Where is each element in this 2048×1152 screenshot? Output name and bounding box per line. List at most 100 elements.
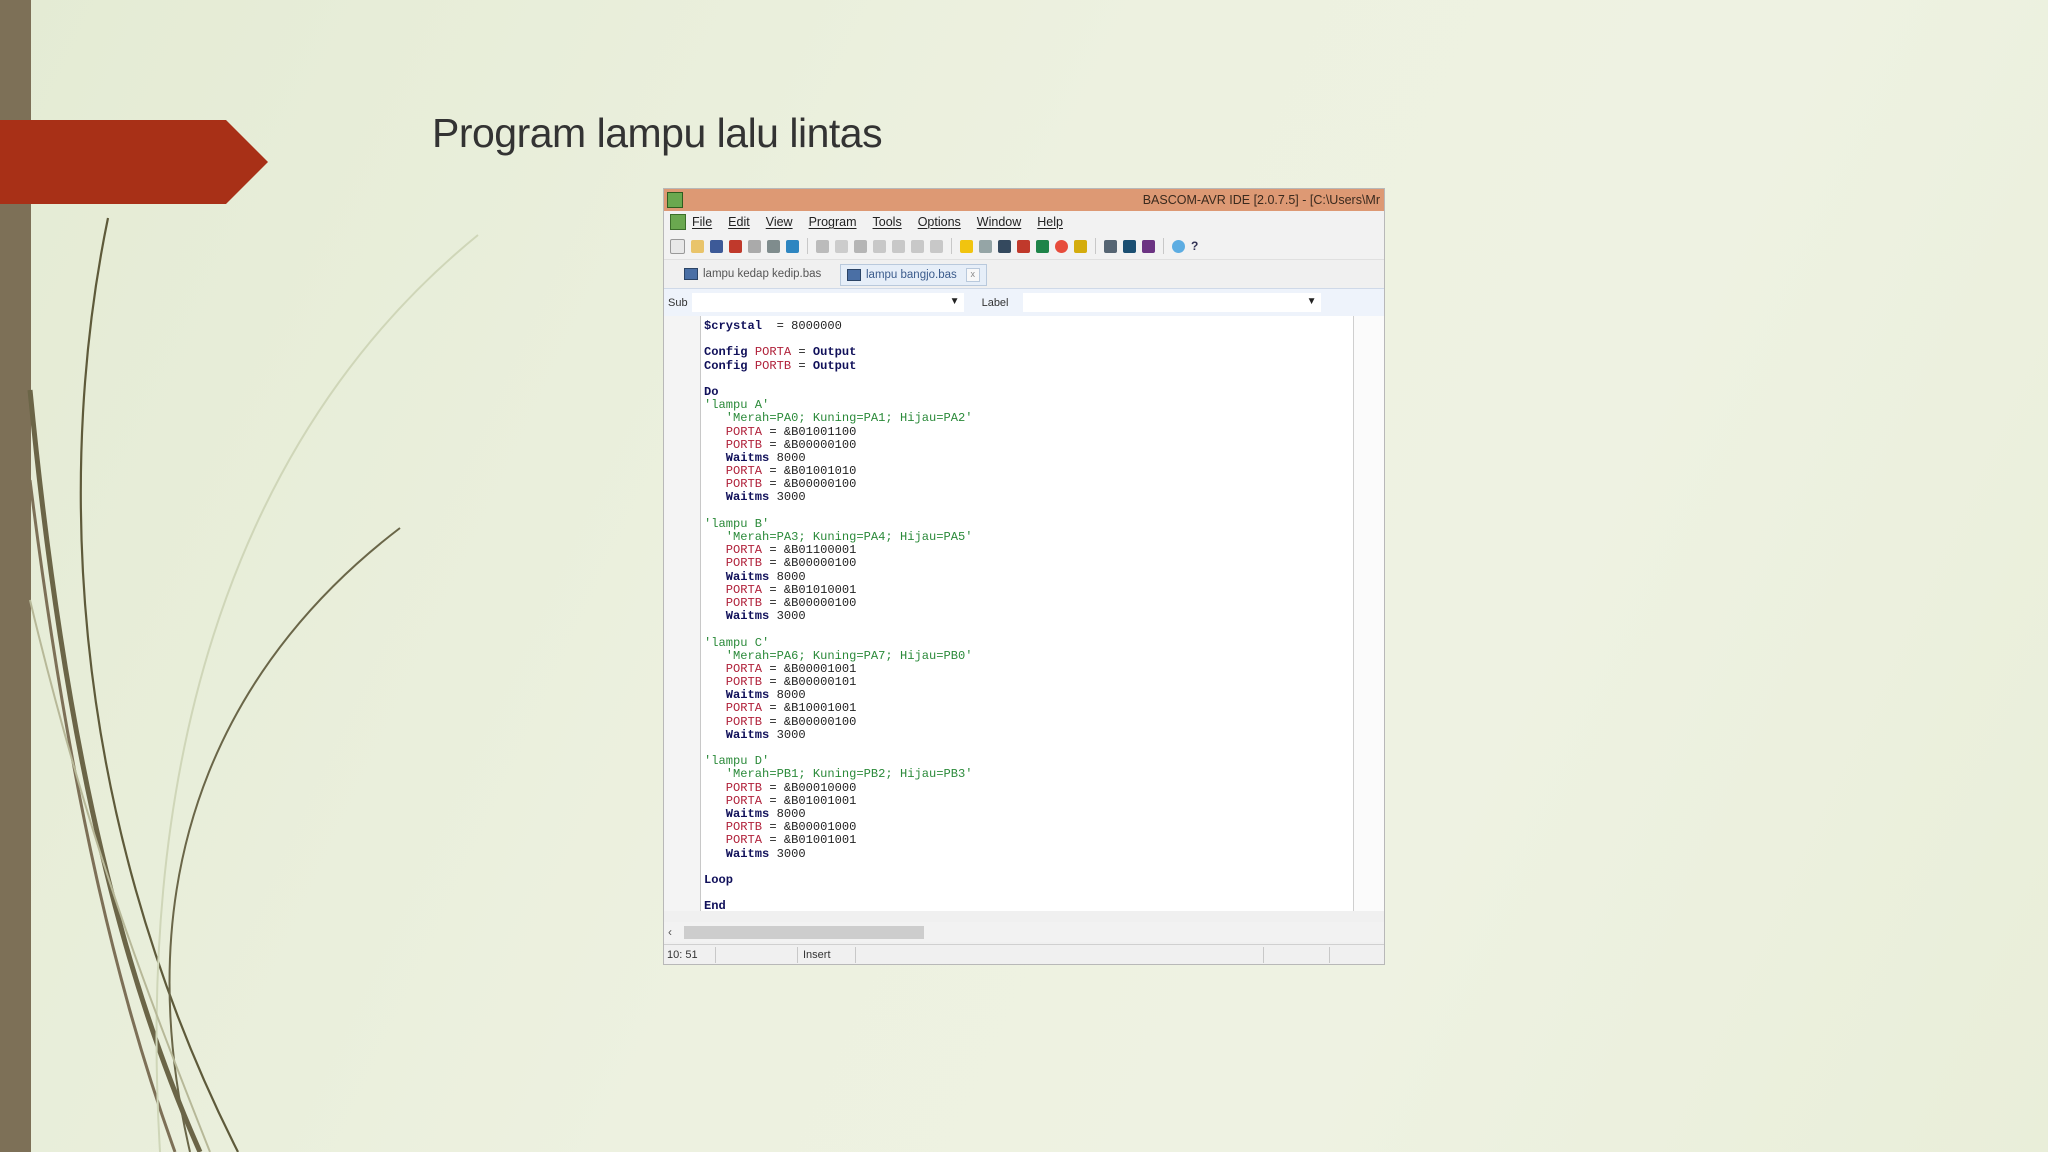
code-token: = &B00010000 <box>762 780 857 795</box>
code-token: PORTA <box>704 661 763 676</box>
file-icon <box>684 268 698 280</box>
print-preview-icon[interactable] <box>767 239 780 253</box>
code-line[interactable] <box>704 887 973 900</box>
menu-view[interactable]: View <box>766 215 793 229</box>
tab-lampu-bangjo[interactable]: lampu bangjo.bas x <box>840 264 987 286</box>
help-icon[interactable]: ? <box>1191 239 1198 253</box>
compile-icon[interactable] <box>979 239 992 253</box>
menu-bar: File Edit View Program Tools Options Win… <box>664 211 1384 233</box>
save-icon[interactable] <box>710 239 723 253</box>
code-line[interactable] <box>704 373 973 386</box>
menu-window[interactable]: Window <box>977 215 1021 229</box>
code-line[interactable]: Loop <box>704 872 973 887</box>
horizontal-scrollbar[interactable]: ‹ <box>664 922 1384 942</box>
code-token: 3000 <box>769 727 806 742</box>
menu-options[interactable]: Options <box>918 215 961 229</box>
code-line[interactable]: Waitms 3000 <box>704 610 973 623</box>
status-empty-2 <box>858 947 1264 963</box>
code-token: PORTA <box>754 345 792 360</box>
code-line[interactable]: Waitms 3000 <box>704 727 973 742</box>
code-token: Waitms <box>704 688 770 703</box>
toolbar-separator <box>807 238 808 254</box>
vertical-scrollbar[interactable] <box>1353 316 1384 911</box>
code-editor[interactable]: $crystal = 8000000 Config PORTA = Output C… <box>664 316 1384 913</box>
label-label: Label <box>981 296 1009 309</box>
slide-title: Program lampu lalu lintas <box>432 110 883 156</box>
save-all-icon[interactable] <box>729 239 742 253</box>
new-file-icon[interactable] <box>670 238 685 254</box>
graphic-converter-icon[interactable] <box>1123 239 1136 253</box>
code-token: = &B00001000 <box>762 820 857 835</box>
code-token: 'lampu D' <box>704 754 770 769</box>
code-line[interactable]: Waitms 3000 <box>704 847 973 861</box>
code-line[interactable] <box>704 861 973 874</box>
document-menu-icon[interactable] <box>670 214 686 230</box>
code-token: = &B01001010 <box>762 464 857 479</box>
stop-icon[interactable] <box>1055 239 1068 253</box>
code-token: PORTA <box>704 793 763 808</box>
chevron-down-icon[interactable]: ▼ <box>950 296 960 307</box>
paste-icon[interactable] <box>854 239 867 253</box>
code-token: 3000 <box>769 609 806 624</box>
code-token: Waitms <box>704 806 770 821</box>
outdent-icon[interactable] <box>892 239 905 253</box>
print-icon[interactable] <box>748 239 761 253</box>
simulate-icon[interactable] <box>1036 239 1049 253</box>
code-line[interactable]: End <box>704 900 973 913</box>
properties-icon[interactable] <box>786 239 799 253</box>
code-token: PORTA <box>704 833 763 848</box>
menu-file[interactable]: File <box>692 215 712 229</box>
window-titlebar[interactable]: BASCOM-AVR IDE [2.0.7.5] - [C:\Users\Mr <box>664 189 1384 211</box>
code-line[interactable]: $crystal = 8000000 <box>704 319 973 333</box>
code-text[interactable]: $crystal = 8000000 Config PORTA = Output C… <box>704 319 973 913</box>
close-tab-icon[interactable]: x <box>965 268 980 282</box>
code-token: = 8000000 <box>762 319 842 333</box>
code-token: 'lampu A' <box>704 398 770 413</box>
chip-icon[interactable] <box>998 239 1011 253</box>
code-line[interactable]: Waitms 3000 <box>704 491 973 504</box>
title-arrow-banner <box>0 120 268 204</box>
code-token: Loop <box>704 872 734 887</box>
navigation-combos: Sub ▼ Label ▼ <box>664 288 1384 317</box>
code-token: 'Merah=PA6; Kuning=PA7; Hijau=PB0' <box>704 648 973 663</box>
code-token: 'Merah=PB1; Kuning=PB2; Hijau=PB3' <box>704 767 973 782</box>
code-token: = &B00000100 <box>762 437 857 452</box>
scroll-thumb[interactable] <box>684 926 924 939</box>
info-icon[interactable] <box>1172 239 1185 253</box>
sub-select[interactable]: ▼ <box>691 293 964 312</box>
menu-edit[interactable]: Edit <box>728 215 750 229</box>
code-token: Waitms <box>704 609 770 624</box>
code-token: = &B00000100 <box>762 477 857 492</box>
code-line[interactable]: Config PORTB = Output <box>704 358 973 373</box>
cut-icon[interactable] <box>816 239 829 253</box>
programmer-settings-icon[interactable] <box>1142 239 1155 253</box>
code-token: PORTB <box>704 780 763 795</box>
scroll-left-icon[interactable]: ‹ <box>668 925 672 939</box>
menu-help[interactable]: Help <box>1037 215 1063 229</box>
code-token: = &B10001001 <box>762 701 857 716</box>
indent-icon[interactable] <box>873 239 886 253</box>
chevron-down-icon[interactable]: ▼ <box>1307 296 1317 307</box>
code-token: 8000 <box>769 806 806 821</box>
find-icon[interactable] <box>911 239 924 253</box>
lcd-designer-icon[interactable] <box>1104 239 1117 253</box>
replace-icon[interactable] <box>930 239 943 253</box>
label-select[interactable]: ▼ <box>1022 293 1321 312</box>
menu-program[interactable]: Program <box>809 215 857 229</box>
toolbar-separator <box>1163 238 1164 254</box>
program-chip-icon[interactable] <box>1017 239 1030 253</box>
code-token: 'Merah=PA3; Kuning=PA4; Hijau=PA5' <box>704 530 973 544</box>
ide-window: BASCOM-AVR IDE [2.0.7.5] - [C:\Users\Mr … <box>663 188 1385 965</box>
line-gutter <box>664 316 701 911</box>
syntax-check-icon[interactable] <box>960 239 973 253</box>
code-token: Waitms <box>704 569 770 584</box>
tab-lampu-kedap-kedip[interactable]: lampu kedap kedip.bas <box>678 264 827 284</box>
copy-icon[interactable] <box>835 239 848 253</box>
code-token: PORTB <box>704 556 763 571</box>
code-token: Waitms <box>704 450 770 465</box>
menu-tools[interactable]: Tools <box>873 215 902 229</box>
code-token: PORTB <box>704 477 763 492</box>
open-folder-icon[interactable] <box>691 239 704 253</box>
terminal-icon[interactable] <box>1074 239 1087 253</box>
code-token: PORTB <box>754 358 792 373</box>
